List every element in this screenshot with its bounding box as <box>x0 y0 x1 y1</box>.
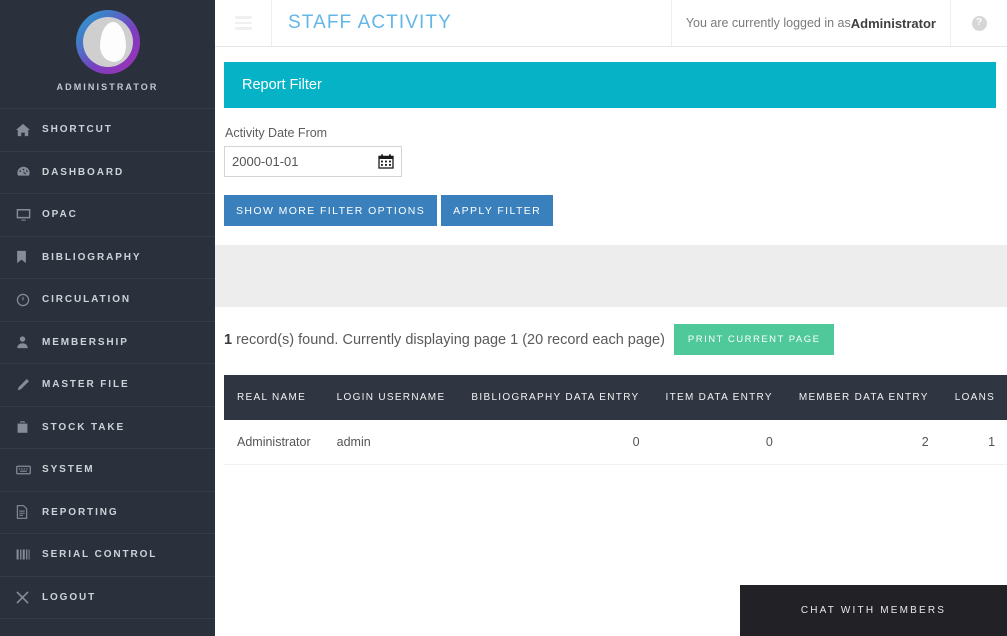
sidebar-item-label: REPORTING <box>42 506 119 518</box>
results-summary-rest: record(s) found. Currently displaying pa… <box>232 331 665 348</box>
sidebar-item-label: STOCK TAKE <box>42 421 126 433</box>
sidebar-item-serial-control[interactable]: SERIAL CONTROL <box>0 534 215 577</box>
activity-date-from-label: Activity Date From <box>225 126 328 140</box>
column-header-item-data-entry[interactable]: ITEM DATA ENTRY <box>653 375 786 420</box>
user-icon <box>16 335 42 349</box>
page-title: STAFF ACTIVITY <box>288 12 452 33</box>
clock-icon <box>16 293 42 307</box>
sidebar-item-label: MEMBERSHIP <box>42 336 129 348</box>
cell-item-data-entry: 0 <box>652 420 786 465</box>
sidebar-item-shortcut[interactable]: SHORTCUT <box>0 109 215 152</box>
hamburger-icon <box>234 13 252 33</box>
column-header-member-data-entry[interactable]: MEMBER DATA ENTRY <box>786 375 942 420</box>
sidebar-nav: SHORTCUT DASHBOARD OPAC BIBLIOGRAPHY CIR… <box>0 108 215 619</box>
avatar <box>75 10 140 74</box>
column-header-loans[interactable]: LOANS <box>942 375 1007 420</box>
login-status: You are currently logged in as Administr… <box>670 0 950 46</box>
bars-icon <box>16 548 42 561</box>
sidebar-item-label: SHORTCUT <box>42 124 113 136</box>
sidebar-item-label: BIBLIOGRAPHY <box>42 251 142 263</box>
results-count: 1 <box>224 331 233 348</box>
column-header-real-name[interactable]: REAL NAME <box>224 375 324 420</box>
staff-activity-table: REAL NAME LOGIN USERNAME BIBLIOGRAPHY DA… <box>224 375 1007 465</box>
sidebar-item-bibliography[interactable]: BIBLIOGRAPHY <box>0 237 215 279</box>
sidebar-item-system[interactable]: SYSTEM <box>0 449 215 492</box>
help-button[interactable]: ? <box>950 0 1007 46</box>
chat-with-members-label: CHAT WITH MEMBERS <box>800 605 947 616</box>
brand-name: ADMINISTRATOR <box>56 82 159 92</box>
table-body: Administrator admin 0 0 2 1 1 0 <box>224 420 1007 465</box>
monitor-icon <box>16 208 42 222</box>
cell-bibliography-data-entry: 0 <box>458 420 653 465</box>
table-header-row: REAL NAME LOGIN USERNAME BIBLIOGRAPHY DA… <box>224 375 1007 420</box>
cell-member-data-entry: 2 <box>785 420 942 465</box>
sidebar: ADMINISTRATOR SHORTCUT DASHBOARD OPAC BI… <box>0 0 215 636</box>
main-content: STAFF ACTIVITY You are currently logged … <box>215 0 1007 636</box>
chat-with-members-bar[interactable]: CHAT WITH MEMBERS <box>740 585 1007 636</box>
home-icon <box>16 123 42 137</box>
cell-real-name: Administrator <box>224 420 324 465</box>
sidebar-item-label: CIRCULATION <box>42 294 132 306</box>
column-header-login-username[interactable]: LOGIN USERNAME <box>324 375 459 420</box>
sidebar-item-stock-take[interactable]: STOCK TAKE <box>0 407 215 449</box>
activity-date-from-value: 2000-01-01 <box>232 154 299 169</box>
calendar-icon[interactable] <box>378 154 394 169</box>
briefcase-icon <box>16 420 42 434</box>
show-more-filter-options-button[interactable]: SHOW MORE FILTER OPTIONS <box>224 195 438 226</box>
staff-activity-table-wrapper: REAL NAME LOGIN USERNAME BIBLIOGRAPHY DA… <box>224 375 1007 465</box>
topbar: STAFF ACTIVITY You are currently logged … <box>215 0 1007 47</box>
sidebar-item-membership[interactable]: MEMBERSHIP <box>0 322 215 364</box>
cell-login-username: admin <box>323 420 459 465</box>
column-header-bibliography-data-entry[interactable]: BIBLIOGRAPHY DATA ENTRY <box>458 375 652 420</box>
avatar-inner <box>82 17 133 67</box>
sidebar-brand: ADMINISTRATOR <box>0 0 215 108</box>
sidebar-item-logout[interactable]: LOGOUT <box>0 577 215 619</box>
sidebar-item-label: DASHBOARD <box>42 166 125 178</box>
cell-loans: 1 <box>941 420 1007 465</box>
sidebar-item-label: LOGOUT <box>42 591 97 603</box>
section-divider-band <box>215 245 1007 307</box>
bookmark-icon <box>16 250 42 264</box>
sidebar-item-circulation[interactable]: CIRCULATION <box>0 279 215 322</box>
menu-toggle-button[interactable] <box>215 0 272 46</box>
sidebar-item-master-file[interactable]: MASTER FILE <box>0 364 215 407</box>
app-root: ADMINISTRATOR SHORTCUT DASHBOARD OPAC BI… <box>0 0 1007 636</box>
sidebar-item-label: SYSTEM <box>42 464 95 476</box>
sidebar-item-label: SERIAL CONTROL <box>42 549 158 561</box>
report-filter-title: Report Filter <box>242 77 322 93</box>
activity-date-from-field[interactable]: 2000-01-01 <box>224 146 402 177</box>
results-summary-row: 1 record(s) found. Currently displaying … <box>215 307 1007 355</box>
sidebar-item-label: MASTER FILE <box>42 379 130 391</box>
report-filter-body: Activity Date From 2000-01-01 SHOW MORE … <box>215 108 1007 226</box>
pencil-icon <box>16 378 42 392</box>
sidebar-item-reporting[interactable]: REPORTING <box>0 492 215 534</box>
close-icon <box>16 591 42 604</box>
table-row[interactable]: Administrator admin 0 0 2 1 1 0 <box>224 420 1007 465</box>
report-filter-panel-header: Report Filter <box>224 62 996 108</box>
sidebar-item-dashboard[interactable]: DASHBOARD <box>0 152 215 194</box>
sidebar-item-opac[interactable]: OPAC <box>0 194 215 237</box>
login-status-user: Administrator <box>850 15 936 31</box>
print-current-page-button[interactable]: PRINT CURRENT PAGE <box>673 324 835 355</box>
login-status-prefix: You are currently logged in as <box>685 16 851 30</box>
document-icon <box>16 505 42 520</box>
apply-filter-button[interactable]: APPLY FILTER <box>441 195 554 226</box>
filter-button-row: SHOW MORE FILTER OPTIONS APPLY FILTER <box>224 195 1007 226</box>
sidebar-item-label: OPAC <box>42 209 78 221</box>
help-icon: ? <box>971 15 987 31</box>
keyboard-icon <box>16 464 42 476</box>
table-head: REAL NAME LOGIN USERNAME BIBLIOGRAPHY DA… <box>224 375 1007 420</box>
gauge-icon <box>16 165 42 179</box>
results-summary-text: 1 record(s) found. Currently displaying … <box>224 332 665 348</box>
